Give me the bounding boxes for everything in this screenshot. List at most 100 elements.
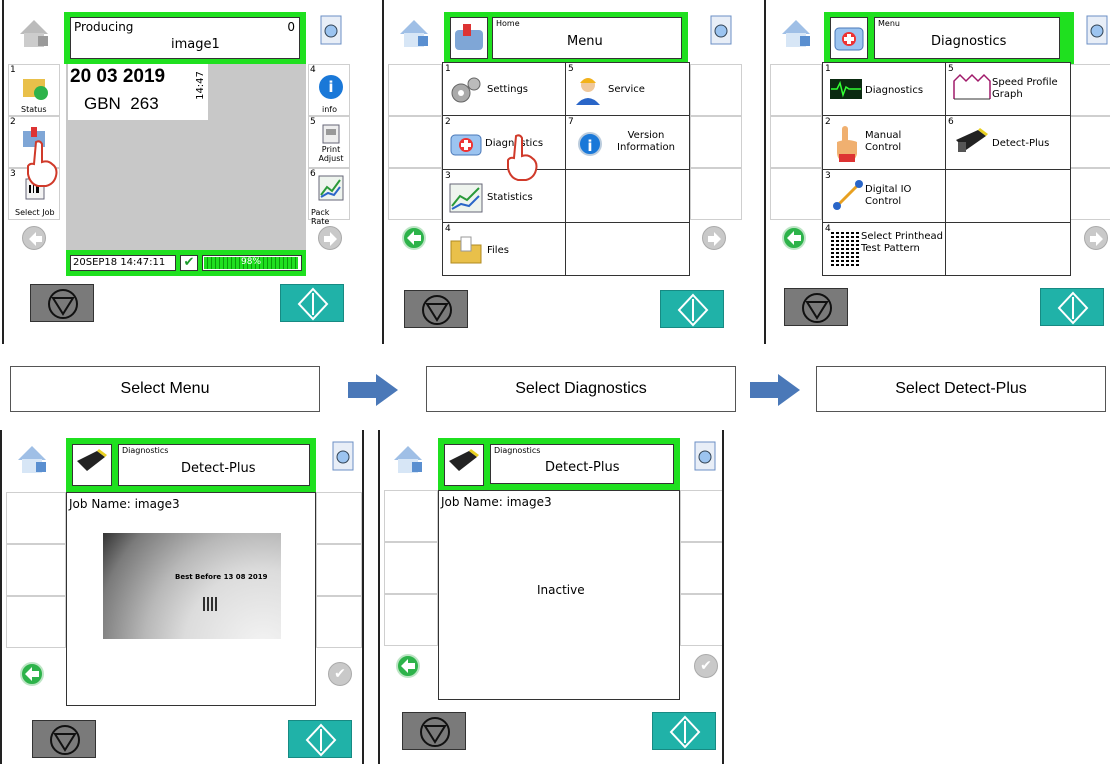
menu-item-diagnostics[interactable]: 2 Diagnostics: [442, 115, 566, 170]
confirm-button[interactable]: ✔: [328, 662, 352, 686]
statistics-chart-icon: [449, 183, 483, 213]
arrow-right-icon: [1090, 232, 1103, 246]
stop-button[interactable]: [402, 712, 466, 750]
gears-icon: [451, 77, 481, 103]
menu-item-label: Statistics: [487, 192, 533, 203]
side-button-blank[interactable]: [680, 490, 722, 542]
start-button[interactable]: [280, 284, 344, 322]
menu-item-select-printhead-test-pattern[interactable]: 4 Select Printhead Test Pattern: [822, 222, 946, 276]
check-icon: ✔: [334, 666, 346, 682]
side-button-blank[interactable]: [680, 542, 722, 594]
side-button-blank[interactable]: [1070, 64, 1110, 116]
side-button-blank[interactable]: [770, 116, 822, 168]
search-document-button[interactable]: [1082, 14, 1110, 48]
stop-button[interactable]: [30, 284, 94, 322]
header-title: Diagnostics: [931, 34, 1007, 49]
menu-item-label: Manual Control: [865, 130, 902, 153]
preview-time: 14:47: [194, 71, 206, 100]
menu-item-files[interactable]: 4 Files: [442, 222, 566, 276]
menu-item-statistics[interactable]: 3 Statistics: [442, 169, 566, 223]
nav-forward-button[interactable]: [702, 226, 726, 250]
speed-graph-icon: [953, 73, 991, 100]
nav-back-button[interactable]: [20, 662, 44, 686]
side-button-blank[interactable]: [770, 168, 822, 220]
arrow-left-icon: [29, 232, 42, 246]
pointer-hand-icon: [27, 140, 58, 187]
home-button[interactable]: [10, 438, 54, 478]
first-aid-kit-icon: [834, 27, 864, 51]
start-diamond-icon: [1057, 291, 1089, 325]
side-button-blank[interactable]: [388, 64, 442, 116]
side-button-blank[interactable]: [1070, 168, 1110, 220]
header-breadcrumb: Diagnostics: [494, 446, 541, 455]
nav-forward-button[interactable]: [1084, 226, 1108, 250]
menu-item-detect-plus[interactable]: 6 Detect-Plus: [945, 115, 1071, 170]
stop-button[interactable]: [404, 290, 468, 328]
home-button[interactable]: [386, 438, 430, 478]
side-button-pack-rate[interactable]: 6 Pack Rate: [308, 168, 350, 226]
start-button[interactable]: [652, 712, 716, 750]
side-button-blank[interactable]: [384, 542, 438, 594]
nav-forward-button[interactable]: [318, 226, 342, 250]
side-button-blank[interactable]: [6, 596, 66, 648]
side-button-blank[interactable]: [6, 544, 66, 596]
menu-item-diagnostics[interactable]: 1 Diagnostics: [822, 62, 946, 116]
menu-item-empty: [945, 222, 1071, 276]
side-button-status[interactable]: 1 Status: [8, 64, 60, 116]
start-button[interactable]: [288, 720, 352, 758]
home-button[interactable]: [12, 12, 56, 52]
side-button-blank[interactable]: [1070, 116, 1110, 168]
search-document-button[interactable]: [690, 440, 720, 474]
side-button-blank[interactable]: [690, 168, 742, 220]
stop-button[interactable]: [784, 288, 848, 326]
side-button-print-adjust[interactable]: 5 Print Adjust: [308, 116, 350, 168]
side-button-info[interactable]: 4 i info: [308, 64, 350, 116]
home-icon: [400, 20, 428, 47]
nav-back-button[interactable]: [22, 226, 46, 250]
side-button-blank[interactable]: [384, 490, 438, 542]
stop-button[interactable]: [32, 720, 96, 758]
confirm-button[interactable]: ✔: [694, 654, 718, 678]
side-button-blank[interactable]: [384, 594, 438, 646]
side-button-blank[interactable]: [6, 492, 66, 544]
side-button-blank[interactable]: [680, 594, 722, 646]
menu-item-empty: [945, 169, 1071, 223]
menu-item-speed-profile-graph[interactable]: 5 Speed Profile Graph: [945, 62, 1071, 116]
document-search-icon: [1086, 15, 1108, 45]
side-button-blank[interactable]: [690, 64, 742, 116]
menu-item-service[interactable]: 5 Service: [565, 62, 690, 116]
status-strip: 20SEP18 14:47:11 ✔ 98%: [66, 250, 306, 276]
side-button-blank[interactable]: [770, 64, 822, 116]
nav-back-button[interactable]: [396, 654, 420, 678]
camera-icon: [449, 449, 479, 471]
search-document-button[interactable]: [328, 440, 358, 474]
step-caption-select-menu: Select Menu: [10, 366, 320, 412]
home-button[interactable]: [774, 12, 818, 52]
side-button-blank[interactable]: [316, 492, 362, 544]
menu-item-label: Select Printhead Test Pattern: [861, 231, 943, 254]
home-button[interactable]: [392, 12, 436, 52]
search-document-button[interactable]: [316, 14, 346, 48]
arrow-right-icon: [708, 232, 721, 246]
hand-icon: [837, 126, 857, 162]
menu-item-settings[interactable]: 1 Settings: [442, 62, 566, 116]
side-button-blank[interactable]: [388, 168, 442, 220]
header-box: Diagnostics Detect-Plus: [118, 444, 310, 486]
test-pattern-icon: [831, 231, 861, 269]
preview-code: GBN 263: [84, 94, 159, 113]
side-button-blank[interactable]: [316, 596, 362, 648]
nav-back-button[interactable]: [402, 226, 426, 250]
search-document-button[interactable]: [706, 14, 736, 48]
nav-back-button[interactable]: [782, 226, 806, 250]
stop-icon: [802, 293, 832, 323]
menu-item-digital-io-control[interactable]: 3 Digital IO Control: [822, 169, 946, 223]
check-icon: ✔: [700, 658, 712, 674]
side-button-blank[interactable]: [388, 116, 442, 168]
menu-item-manual-control[interactable]: 2 Manual Control: [822, 115, 946, 170]
side-button-blank[interactable]: [316, 544, 362, 596]
start-button[interactable]: [1040, 288, 1104, 326]
side-button-blank[interactable]: [690, 116, 742, 168]
menu-item-version-information[interactable]: 7 i Version Information: [565, 115, 690, 170]
start-diamond-icon: [669, 715, 701, 749]
start-button[interactable]: [660, 290, 724, 328]
